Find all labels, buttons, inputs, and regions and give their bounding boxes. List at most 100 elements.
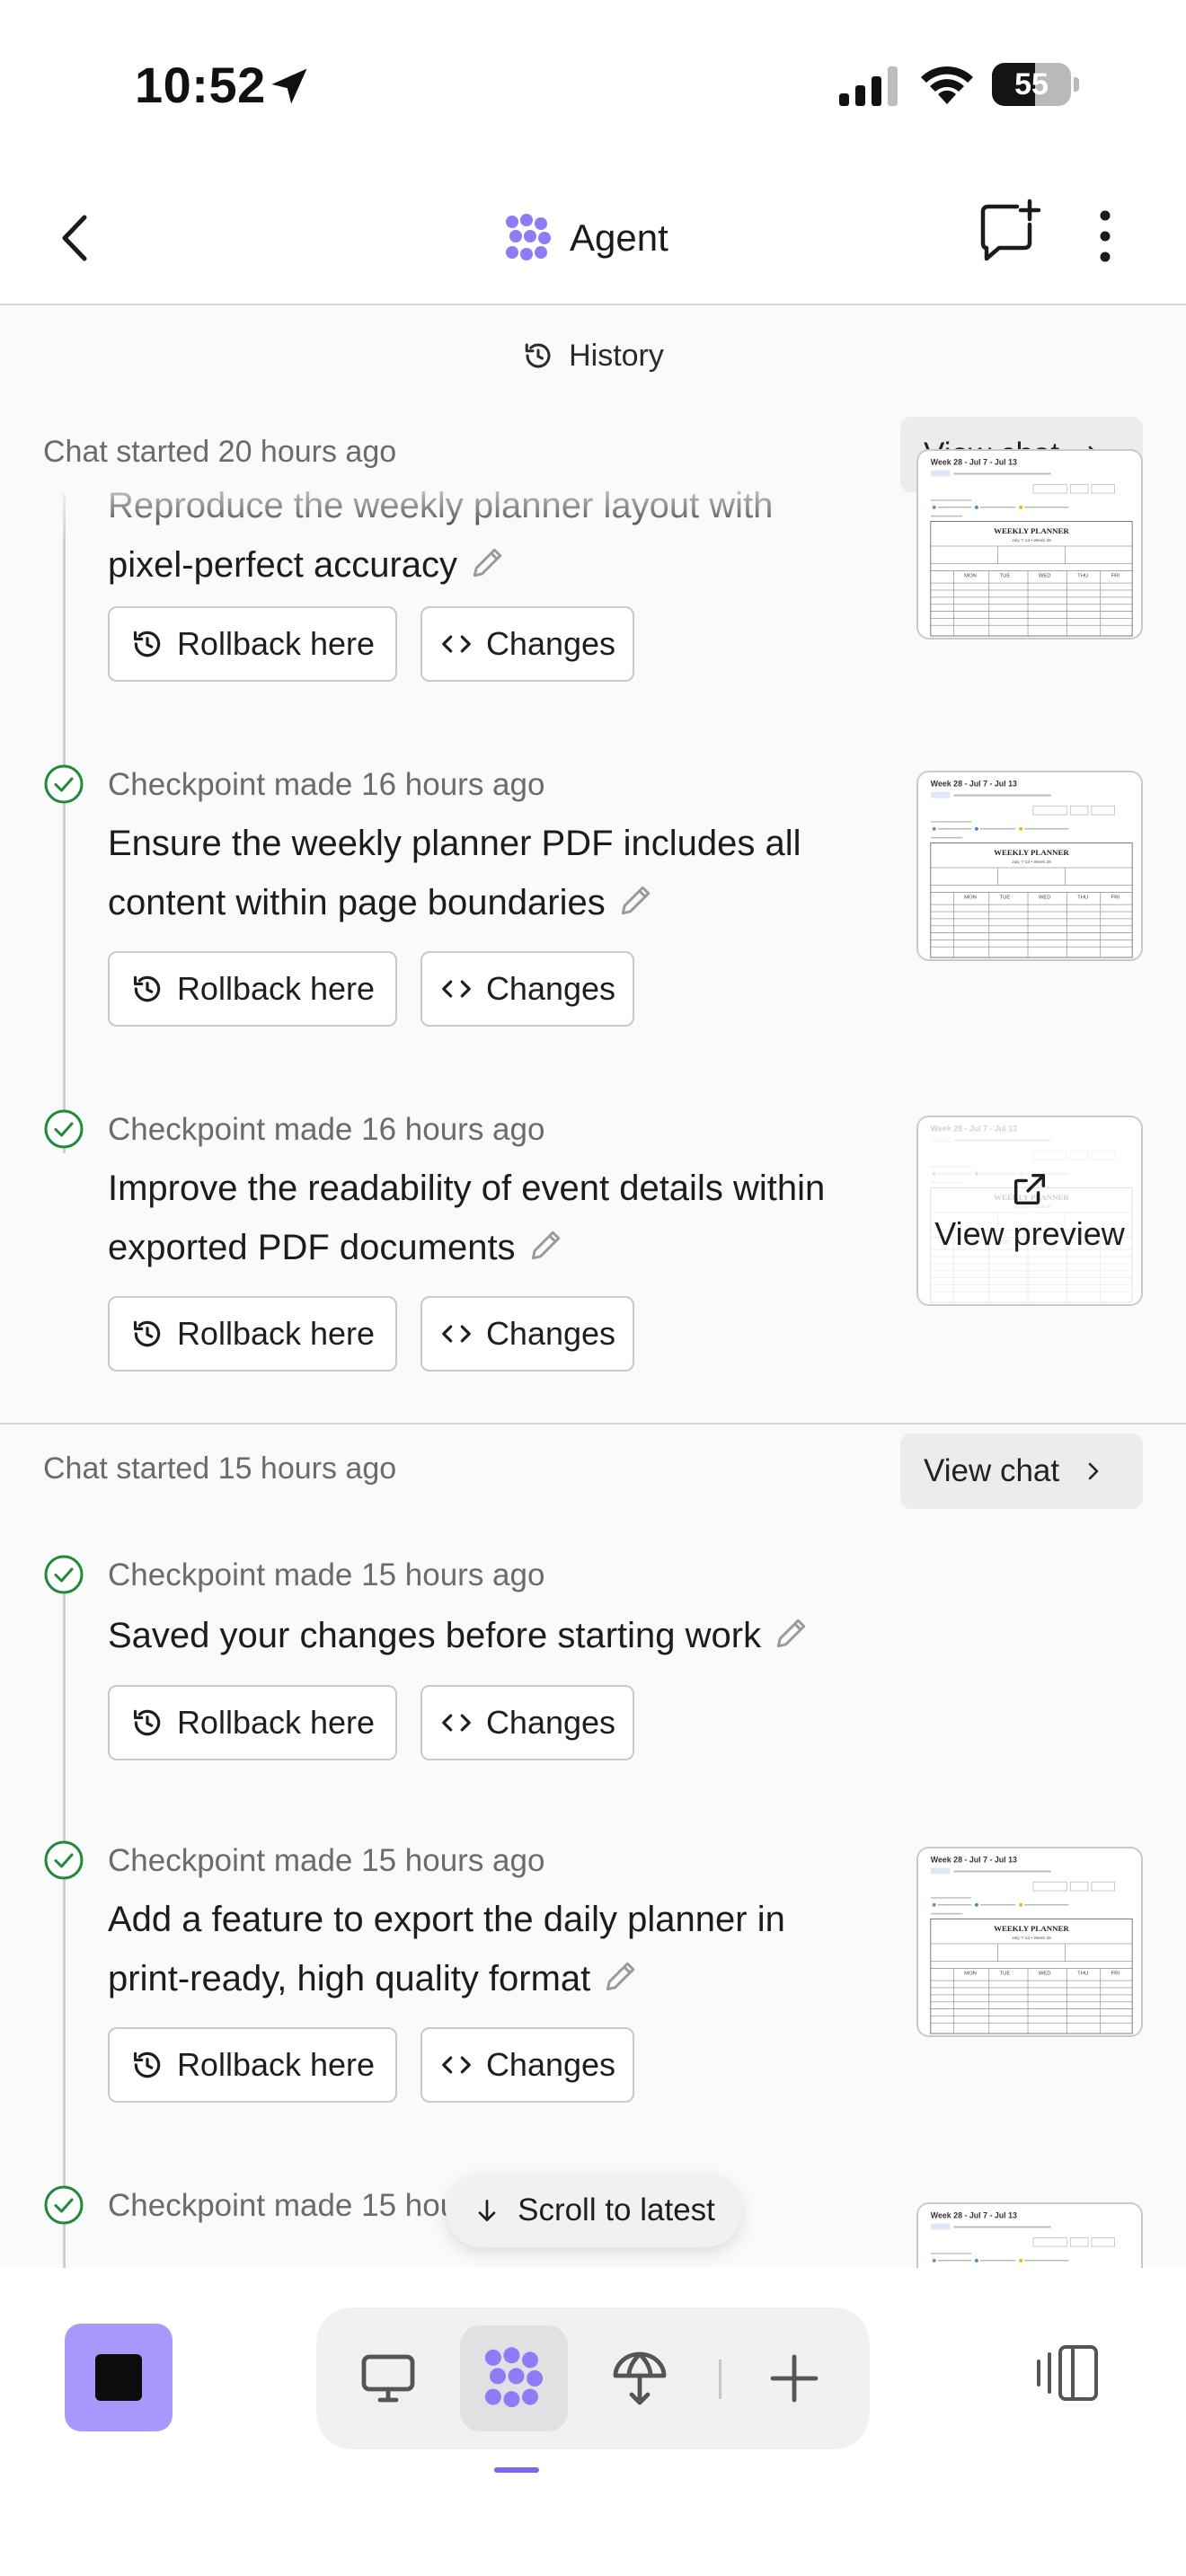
svg-text:TUE: TUE [1000,573,1011,578]
deploy-icon [613,2351,667,2405]
code-icon [442,2056,471,2074]
checkpoint-thumbnail[interactable]: Week 28 - Jul 7 - Jul 13 WEEKLY PLANNER Ju… [916,1847,1143,2037]
chat-section: Chat started 15 hours ago View chat Chec… [0,1425,1186,2268]
rollback-label: Rollback here [176,1704,376,1741]
history-icon [525,343,551,368]
checkpoint-meta: Checkpoint made 16 hours ago [108,767,545,802]
edit-pencil-icon[interactable] [772,1613,811,1653]
svg-text:THU: THU [1077,573,1088,578]
checkpoint-time: 15 hours ago [361,1557,545,1592]
svg-text:WEEKLY PLANNER: WEEKLY PLANNER [994,848,1069,857]
code-icon [442,980,471,998]
svg-text:July 7-13 • Week 28: July 7-13 • Week 28 [1012,860,1051,865]
rollback-icon [133,975,161,1002]
rollback-label: Rollback here [176,970,376,1007]
panels-icon[interactable] [1033,2340,1103,2406]
chat-section: Chat started 20 hours ago View chat Repr… [0,404,1186,1423]
rollback-icon [133,1709,161,1736]
agent-title-group: Agent [503,207,668,269]
edit-pencil-icon[interactable] [468,543,508,582]
svg-text:WEEKLY PLANNER: WEEKLY PLANNER [994,526,1069,535]
edit-pencil-icon[interactable] [601,1956,641,1996]
code-icon [442,1325,471,1343]
back-chevron-icon[interactable] [52,207,97,269]
svg-text:MON: MON [964,1971,977,1976]
battery-indicator: 55 [992,63,1079,106]
checkpoint-thumbnail[interactable]: Week 28 - Jul 7 - Jul 13WEEKLY PLANNERJu… [916,2202,1143,2268]
view-chat-button[interactable]: View chat [900,1434,1143,1509]
svg-text:FRI: FRI [1111,573,1120,578]
rollback-button[interactable]: Rollback here [108,1296,397,1372]
tool-separator [719,2360,721,2399]
svg-text:July 7-13 • Week 28: July 7-13 • Week 28 [1012,1936,1051,1941]
edit-pencil-icon[interactable] [616,880,656,920]
changes-button[interactable]: Changes [420,1685,634,1760]
svg-text:WEEKLY PLANNER: WEEKLY PLANNER [994,1924,1069,1933]
checkpoint-title: Ensure the weekly planner PDF includes a… [108,824,801,922]
timeline-line [63,494,66,1153]
agent-tool-button[interactable] [460,2325,568,2431]
checkpoint-title: Improve the readability of event details… [108,1169,826,1267]
svg-text:MON: MON [964,895,977,900]
view-preview-overlay[interactable]: View preview [918,1117,1141,1304]
scroll-to-latest-label: Scroll to latest [518,2192,715,2228]
arrow-down-icon [478,2200,496,2221]
rollback-button[interactable]: Rollback here [108,606,397,682]
preview-tool-button[interactable] [334,2325,442,2431]
more-options-icon[interactable] [1087,205,1123,268]
checkpoint-title: Saved your changes before starting work [108,1606,827,1665]
svg-text:WED: WED [1039,573,1051,578]
changes-label: Changes [485,1315,616,1352]
changes-button[interactable]: Changes [420,951,634,1027]
changes-button[interactable]: Changes [420,2027,634,2103]
history-list[interactable]: Chat started 20 hours ago View chat Repr… [0,404,1186,2268]
svg-text:FRI: FRI [1111,1971,1120,1976]
checkpoint-thumbnail[interactable]: Week 28 - Jul 7 - Jul 13 WEEKLY PLANNER Ju… [916,771,1143,961]
changes-label: Changes [485,1704,616,1741]
history-bar[interactable]: History [0,307,1186,404]
battery-percent: 55 [1014,67,1049,101]
plus-icon [770,2354,819,2403]
view-chat-label: View chat [924,1453,1060,1488]
svg-text:Week 28 - Jul 7 - Jul 13: Week 28 - Jul 7 - Jul 13 [931,458,1017,467]
stop-button[interactable] [65,2324,173,2431]
monitor-icon [361,2354,415,2403]
checkpoint-meta: Checkpoint made 15 hours ago [108,1843,545,1878]
deploy-tool-button[interactable] [586,2325,694,2431]
stop-icon [95,2354,142,2401]
changes-button[interactable]: Changes [420,606,634,682]
add-tool-button[interactable] [740,2325,848,2431]
agent-logo-icon [506,214,551,260]
checkmark-circle-icon [44,1555,84,1594]
view-preview-label: View preview [934,1215,1125,1252]
status-bar: 10:52 55 [0,0,1186,171]
new-chat-icon[interactable] [976,198,1044,266]
svg-text:TUE: TUE [1000,895,1011,900]
edit-pencil-icon[interactable] [527,1225,566,1265]
checkpoint-time: 16 hours ago [361,767,545,802]
agent-logo-icon [484,2347,544,2408]
checkpoint-thumbnail[interactable]: Week 28 - Jul 7 - Jul 13WEEKLY PLANNERJu… [916,1116,1143,1306]
svg-text:Week 28 - Jul 7 - Jul 13: Week 28 - Jul 7 - Jul 13 [931,1856,1017,1865]
status-time: 10:52 [135,57,266,113]
chat-started-label: Chat started 20 hours ago [43,435,397,469]
scroll-to-latest-button[interactable]: Scroll to latest [446,2174,742,2247]
checkpoint-thumbnail[interactable]: Week 28 - Jul 7 - Jul 13 WEEKLY PLANNER Ju… [916,449,1143,640]
rollback-button[interactable]: Rollback here [108,951,397,1027]
svg-text:Week 28 - Jul 7 - Jul 13: Week 28 - Jul 7 - Jul 13 [931,780,1017,789]
changes-label: Changes [485,2046,616,2083]
rollback-button[interactable]: Rollback here [108,2027,397,2103]
checkpoint-meta: Checkpoint made 15 hours ago [108,1557,545,1592]
changes-button[interactable]: Changes [420,1296,634,1372]
svg-text:THU: THU [1077,1971,1088,1976]
wifi-icon [921,66,973,104]
rollback-label: Rollback here [176,625,376,662]
checkmark-circle-icon [44,764,84,804]
checkmark-circle-icon [44,1109,84,1149]
top-app-bar: Agent [0,171,1186,305]
rollback-label: Rollback here [176,1315,376,1352]
svg-text:July 7-13 • Week 28: July 7-13 • Week 28 [1012,538,1051,543]
svg-text:WED: WED [1039,1971,1051,1976]
svg-text:THU: THU [1077,895,1088,900]
rollback-button[interactable]: Rollback here [108,1685,397,1760]
